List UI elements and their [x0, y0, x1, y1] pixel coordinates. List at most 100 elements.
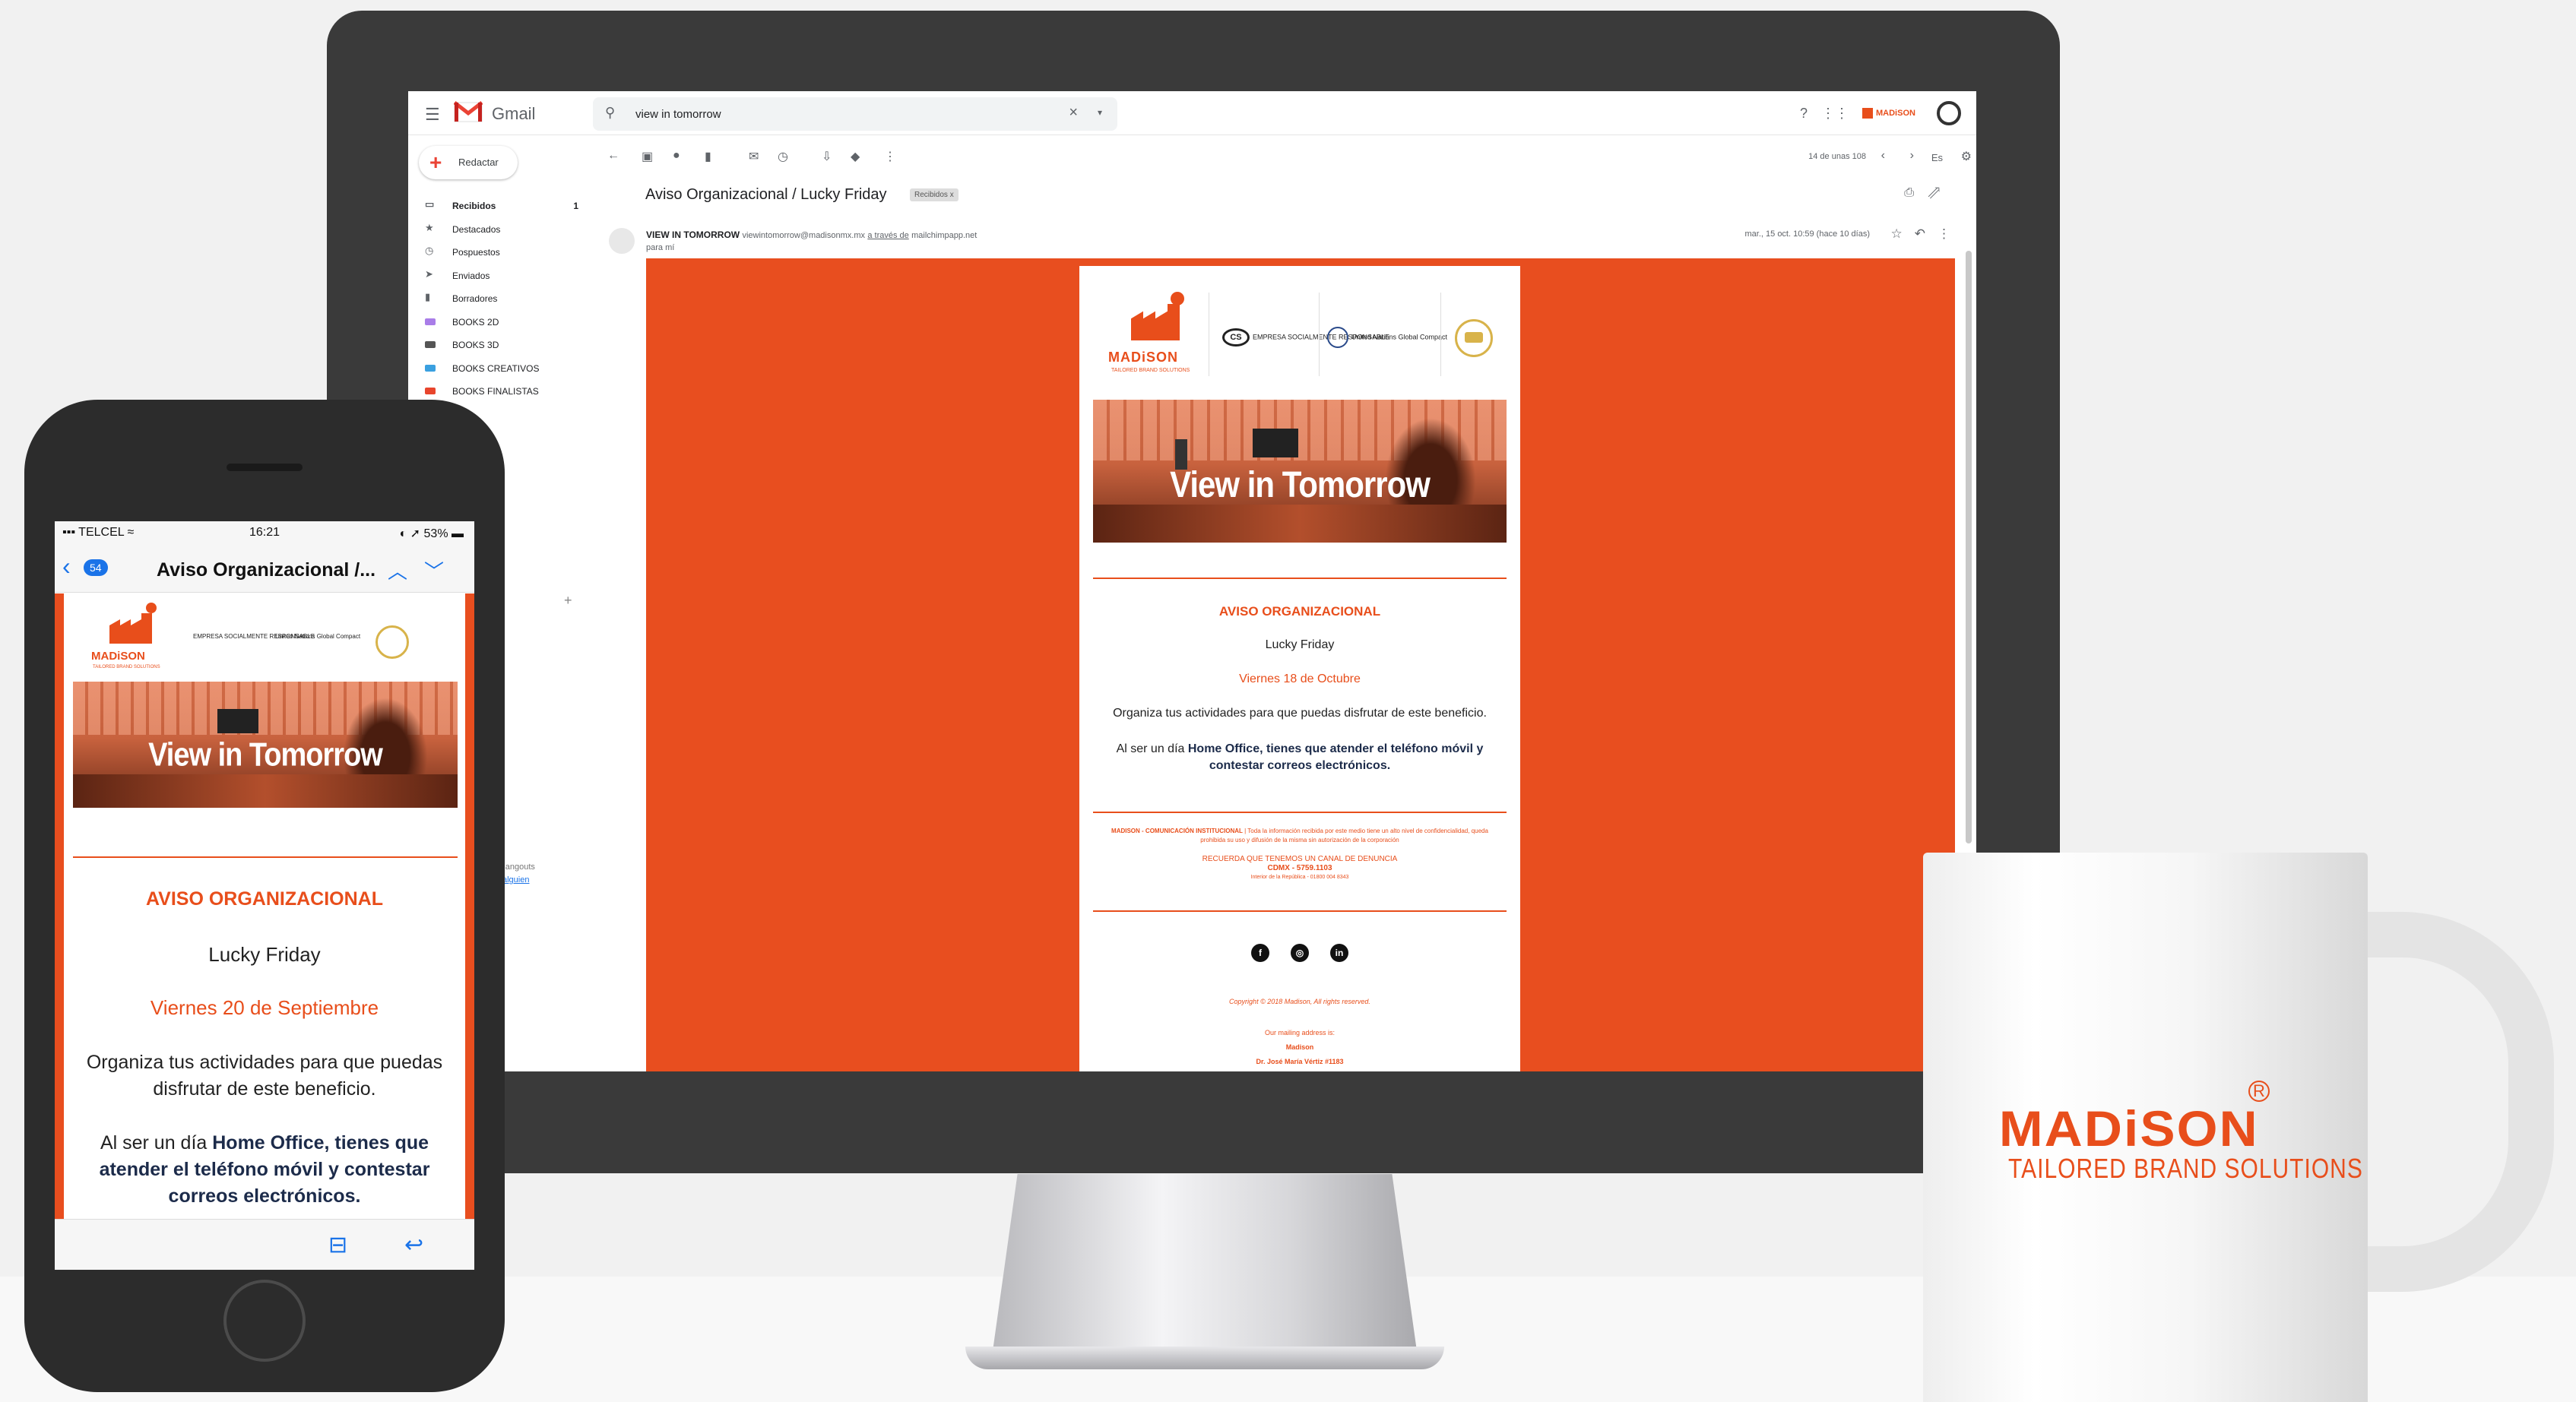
disclaimer: MADISON - COMUNICACIÓN INSTITUCIONAL | T…: [1111, 828, 1488, 843]
divider: [73, 856, 458, 858]
message-toolbar: ← ▣ ● ▮ ✉ ◷ ⇩ ◆ ⋮ 14 de unas 108 ‹ › Es …: [591, 141, 1976, 172]
archive-icon[interactable]: ▣: [642, 149, 653, 164]
compose-button[interactable]: + Redactar: [419, 146, 518, 179]
sidebar-item-label: Borradores: [452, 293, 498, 304]
gmail-logo-icon[interactable]: [454, 100, 483, 123]
next-page-icon[interactable]: ›: [1910, 149, 1914, 163]
search-bar[interactable]: ⚲ view in tomorrow × ▾: [593, 97, 1117, 131]
phone-hero-banner: View in Tomorrow: [73, 682, 458, 808]
unread-count: 1: [573, 201, 578, 211]
avatar[interactable]: [1937, 101, 1961, 125]
email-subject: Aviso Organizacional / Lucky Friday: [645, 186, 887, 203]
more-options-icon[interactable]: ⋮: [884, 149, 896, 164]
sidebar-item-label: Destacados: [452, 223, 501, 235]
home-button: [223, 1280, 306, 1362]
imac-stand: [992, 1174, 1418, 1356]
sidebar-item-label: BOOKS CREATIVOS: [452, 362, 540, 374]
notice-date: Viernes 18 de Octubre: [1239, 673, 1361, 685]
search-icon[interactable]: ⚲: [605, 105, 615, 121]
phone-logo-strip: MADiSON TAILORED BRAND SOLUTIONS EMPRESA…: [79, 601, 452, 683]
sidebar-item-inbox[interactable]: ▭ Recibidos 1: [408, 195, 591, 218]
mail-nav-bar: ‹ 54 Aviso Organizacional /... ︿﹀: [55, 546, 474, 593]
sidebar-item-label: BOOKS 3D: [452, 340, 499, 350]
archive-box-icon[interactable]: ⊟: [328, 1232, 347, 1258]
mug-brand-logo: MADiSON: [1998, 1100, 2259, 1157]
hero-banner: View in Tomorrow: [1093, 400, 1507, 543]
send-icon: ➤: [425, 267, 433, 280]
menu-icon[interactable]: ☰: [425, 105, 440, 125]
report-spam-icon[interactable]: ●: [673, 149, 680, 163]
plus-icon: +: [429, 150, 442, 174]
mug-tagline: TAILORED BRAND SOLUTIONS: [2008, 1154, 2363, 1185]
star-reply-more-icons[interactable]: ☆↶⋮: [1891, 226, 1963, 242]
phone-screen: ▪▪▪ TELCEL ≈ 16:21 ◐ ➚ 53% ▬ ‹ 54 Aviso …: [55, 521, 474, 1270]
banner-title: View in Tomorrow: [148, 736, 383, 774]
label-icon[interactable]: ◆: [851, 149, 860, 164]
help-icon[interactable]: ?: [1800, 106, 1808, 122]
email-card: MADiSON TAILORED BRAND SOLUTIONS CS EMPRE…: [1079, 266, 1520, 1071]
award-seal-icon: [375, 625, 409, 659]
delete-icon[interactable]: ▮: [705, 149, 711, 164]
gmail-wordmark: Gmail: [492, 104, 536, 123]
sidebar-item-books-3d[interactable]: BOOKS 3D: [408, 334, 591, 357]
clear-search-icon[interactable]: ×: [1069, 104, 1078, 122]
sidebar-item-books-2d[interactable]: BOOKS 2D: [408, 311, 591, 334]
inbox-icon: ▭: [425, 198, 435, 210]
sidebar-item-label: BOOKS FINALISTAS: [452, 386, 539, 397]
desktop-screen: ☰ Gmail ⚲ view in tomorrow × ▾ ? ⋮⋮ MADi…: [408, 91, 1976, 1071]
madison-logo: MADiSON TAILORED BRAND SOLUTIONS: [1095, 289, 1201, 388]
unread-badge[interactable]: 54: [84, 559, 108, 576]
inbox-label-chip[interactable]: Recibidos x: [910, 188, 958, 201]
notice-heading: AVISO ORGANIZACIONAL: [1218, 604, 1381, 619]
divider: [1093, 910, 1507, 912]
label-tag-icon: [425, 318, 436, 325]
mark-unread-icon[interactable]: ✉: [749, 149, 759, 164]
label-tag-icon: [425, 388, 436, 394]
label-tag-icon: [425, 364, 436, 372]
scrollbar[interactable]: [1966, 251, 1972, 843]
mailing-address: Our mailing address is: Madison Dr. José…: [1256, 1029, 1344, 1065]
language-selector[interactable]: Es: [1931, 152, 1943, 163]
notice-home-office: Al ser un día Home Office, tienes que at…: [99, 1132, 430, 1207]
banner-title: View in Tomorrow: [1170, 464, 1431, 505]
phone-bottom-toolbar: ⊟ ↩: [55, 1219, 474, 1270]
prev-next-icons[interactable]: ︿﹀: [388, 556, 461, 584]
pagination-text: 14 de unas 108: [1808, 152, 1866, 161]
sidebar-item-sent[interactable]: ➤ Enviados: [408, 264, 591, 288]
prev-page-icon[interactable]: ‹: [1881, 149, 1885, 163]
sidebar-item-drafts[interactable]: ▮ Borradores: [408, 287, 591, 311]
sidebar-item-books-creativos[interactable]: BOOKS CREATIVOS: [408, 357, 591, 381]
back-arrow-icon[interactable]: ←: [607, 149, 619, 163]
search-input[interactable]: view in tomorrow: [635, 108, 721, 121]
email-date: mar., 15 oct. 10:59 (hace 10 días): [1744, 229, 1870, 239]
registered-mark: R: [2248, 1081, 2270, 1102]
sender-avatar: [609, 228, 635, 254]
back-chevron-icon[interactable]: ‹: [62, 554, 71, 578]
print-and-popout-icons[interactable]: ⎙⇗: [1904, 186, 1953, 200]
phone-earpiece: [227, 464, 303, 471]
account-brand-logo[interactable]: MADiSON: [1862, 105, 1923, 122]
add-label-icon[interactable]: +: [564, 593, 572, 609]
sidebar-item-label: Pospuestos: [452, 247, 500, 258]
award-seal-icon: [1455, 319, 1493, 357]
complaint-channel: RECUERDA QUE TENEMOS UN CANAL DE DENUNCI…: [1202, 855, 1398, 880]
apps-grid-icon[interactable]: ⋮⋮: [1821, 106, 1849, 122]
reply-icon[interactable]: ↩: [404, 1232, 423, 1258]
linkedin-icon[interactable]: in: [1330, 944, 1348, 962]
sidebar-item-snoozed[interactable]: ◷ Pospuestos: [408, 241, 591, 264]
account-tools: ? ⋮⋮ MADiSON: [1800, 97, 1961, 129]
sidebar-item-starred[interactable]: ★ Destacados: [408, 218, 591, 242]
copyright: Copyright © 2018 Madison, All rights res…: [1229, 998, 1370, 1005]
notice-date: Viernes 20 de Septiembre: [150, 996, 379, 1019]
recipient-line[interactable]: para mí: [646, 243, 674, 252]
facebook-icon[interactable]: f: [1251, 944, 1269, 962]
move-to-icon[interactable]: ⇩: [822, 149, 832, 164]
sender-name: VIEW IN TOMORROW: [646, 229, 740, 240]
snooze-icon[interactable]: ◷: [778, 149, 788, 164]
hangouts-link[interactable]: alguien: [502, 875, 529, 885]
settings-gear-icon[interactable]: ⚙: [1961, 149, 1972, 164]
sidebar-item-label: BOOKS 2D: [452, 316, 499, 328]
search-options-icon[interactable]: ▾: [1098, 107, 1102, 118]
notice-text: Organiza tus actividades para que puedas…: [86, 1052, 443, 1100]
instagram-icon[interactable]: ◎: [1291, 944, 1309, 962]
